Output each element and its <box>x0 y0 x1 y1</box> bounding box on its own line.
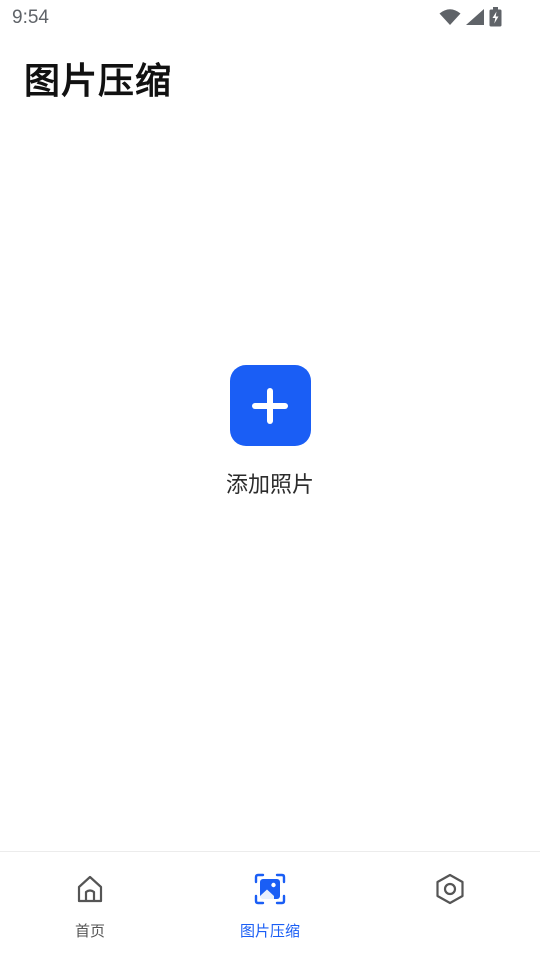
app-screen: 9:54 图片压缩 添加照片 首页 图片压缩 <box>0 0 540 960</box>
image-compress-icon <box>253 872 287 906</box>
add-photo-button[interactable] <box>229 365 311 446</box>
status-bar: 9:54 <box>0 0 540 36</box>
battery-icon <box>489 7 502 31</box>
cellular-signal-icon <box>465 8 485 30</box>
nav-item-settings[interactable] <box>360 852 540 960</box>
add-photo-area[interactable]: 添加照片 <box>220 365 320 505</box>
nav-item-image-compress[interactable]: 图片压缩 <box>180 852 360 960</box>
page-title: 图片压缩 <box>24 61 173 102</box>
add-photo-label: 添加照片 <box>225 473 314 498</box>
plus-icon <box>252 387 288 424</box>
home-icon <box>73 872 107 906</box>
wifi-icon <box>439 8 461 30</box>
nav-item-home[interactable]: 首页 <box>0 852 180 960</box>
bottom-nav: 首页 图片压缩 <box>0 851 540 960</box>
nav-label-home: 首页 <box>74 922 105 940</box>
status-time: 9:54 <box>12 7 49 28</box>
nav-label-image-compress: 图片压缩 <box>239 922 300 940</box>
status-icons <box>439 7 502 31</box>
settings-hexagon-icon <box>433 872 467 906</box>
